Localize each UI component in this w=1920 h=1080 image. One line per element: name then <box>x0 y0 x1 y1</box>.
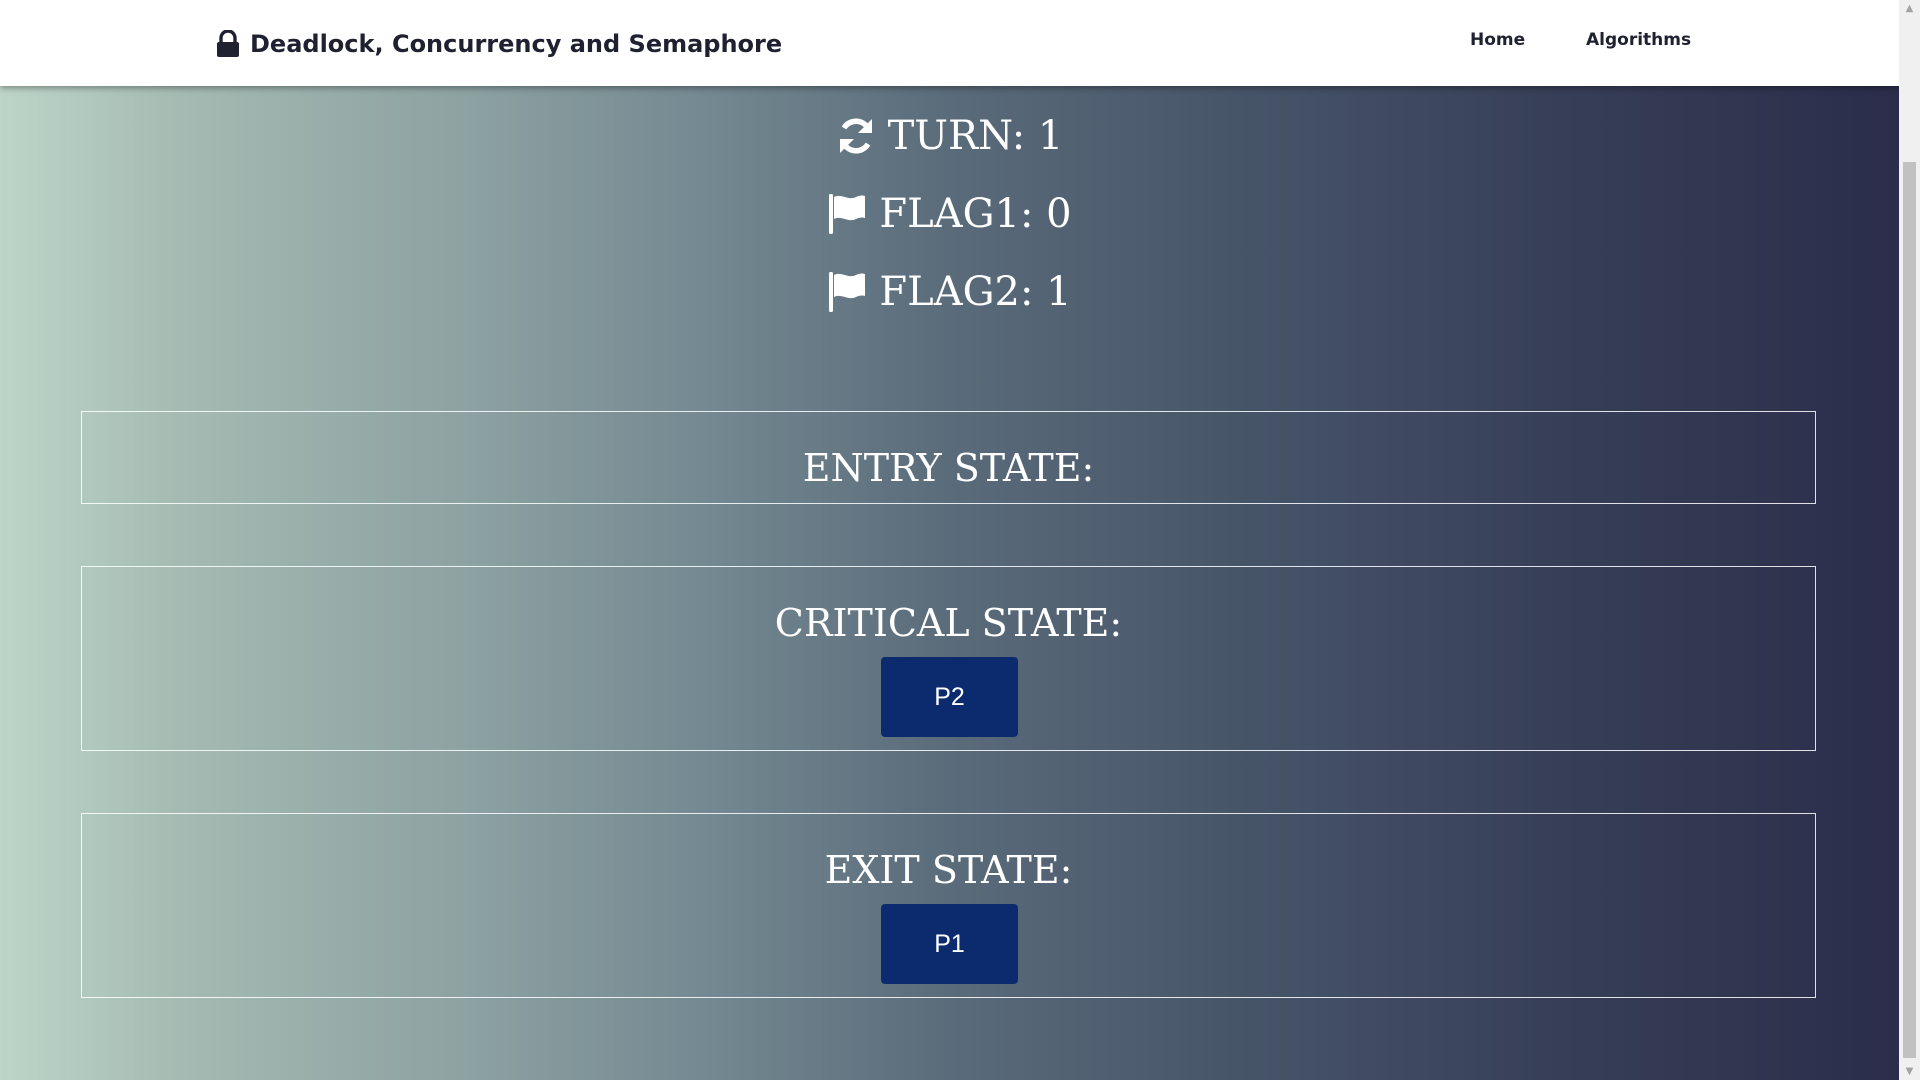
scrollbar-thumb[interactable] <box>1903 162 1916 1058</box>
flag-icon <box>827 270 867 314</box>
entry-state-panel: ENTRY STATE: <box>81 411 1816 504</box>
scroll-up-arrow-icon[interactable]: ▲ <box>1899 0 1920 17</box>
sync-icon <box>836 116 876 156</box>
process-p2-button[interactable]: P2 <box>881 657 1018 737</box>
flag-icon <box>827 192 867 236</box>
turn-text: TURN: 1 <box>887 113 1064 159</box>
turn-indicator: TURN: 1 <box>0 110 1899 162</box>
flag1-indicator: FLAG1: 0 <box>0 188 1899 240</box>
navbar: Deadlock, Concurrency and Semaphore Home… <box>0 0 1899 86</box>
lock-icon <box>216 30 240 58</box>
vertical-scrollbar[interactable]: ▲ ▼ <box>1899 0 1920 1080</box>
process-p1-button[interactable]: P1 <box>881 904 1018 984</box>
flag2-text: FLAG2: 1 <box>879 269 1072 315</box>
exit-state-panel: EXIT STATE: P1 <box>81 813 1816 998</box>
critical-state-title: CRITICAL STATE: <box>774 601 1123 645</box>
nav-algorithms-link[interactable]: Algorithms <box>1586 30 1691 50</box>
flag2-indicator: FLAG2: 1 <box>0 266 1899 318</box>
page-viewport: Deadlock, Concurrency and Semaphore Home… <box>0 0 1899 1080</box>
entry-state-title: ENTRY STATE: <box>802 446 1095 490</box>
flag1-text: FLAG1: 0 <box>879 191 1072 237</box>
scroll-down-arrow-icon[interactable]: ▼ <box>1899 1063 1920 1080</box>
nav-home-link[interactable]: Home <box>1470 30 1525 50</box>
brand-title: Deadlock, Concurrency and Semaphore <box>250 30 783 58</box>
exit-state-title: EXIT STATE: <box>824 848 1073 892</box>
brand-link[interactable]: Deadlock, Concurrency and Semaphore <box>216 26 782 62</box>
critical-state-panel: CRITICAL STATE: P2 <box>81 566 1816 751</box>
